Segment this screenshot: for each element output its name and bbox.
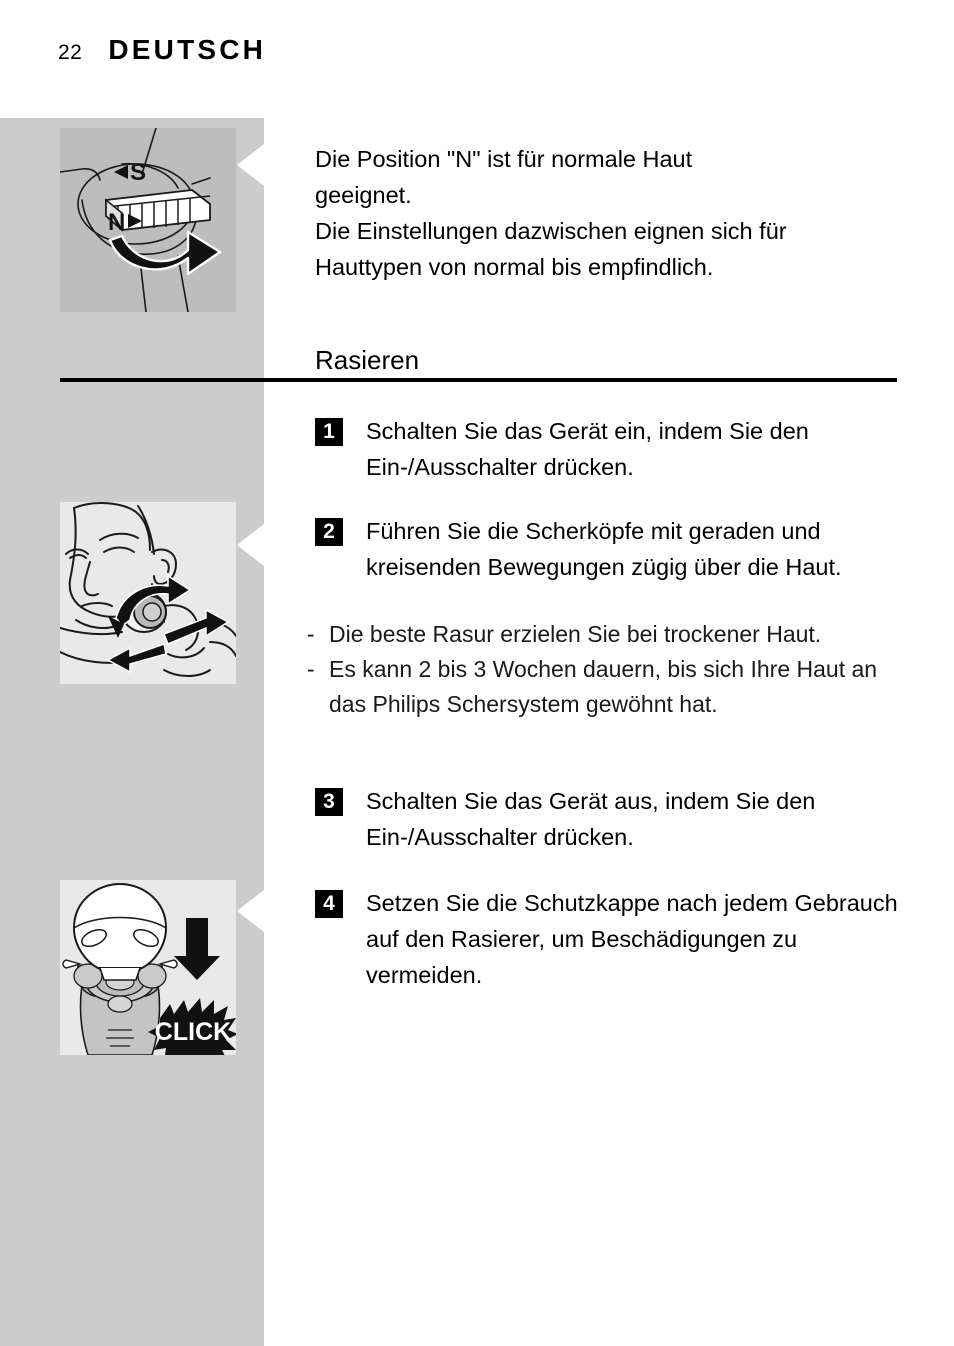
step-text: Schalten Sie das Gerät ein, indem Sie de… [366,418,809,480]
step-text: Schalten Sie das Gerät aus, indem Sie de… [366,788,816,850]
page-title: DEUTSCH [108,34,267,65]
step-item-3: 3 Schalten Sie das Gerät aus, indem Sie … [315,783,905,855]
step-number-badge: 1 [315,418,343,446]
callout-pointer-icon [237,524,264,566]
bullet-text: Die beste Rasur erzielen Sie bei trocken… [329,621,822,647]
svg-text:S: S [130,159,146,186]
step-text: Setzen Sie die Schutzkappe nach jedem Ge… [366,890,898,988]
step-number-badge: 2 [315,518,343,546]
bullet-list: - Die beste Rasur erzielen Sie bei trock… [307,617,907,722]
step-item-1: 1 Schalten Sie das Gerät ein, indem Sie … [315,413,905,485]
step-text: Führen Sie die Scherköpfe mit geraden un… [366,518,842,580]
bullet-item: - Die beste Rasur erzielen Sie bei trock… [307,617,907,652]
intro-line: Die Einstellungen dazwischen eignen sich… [315,218,787,244]
section-divider [60,378,897,382]
intro-line: Hauttypen von normal bis empfindlich. [315,254,714,280]
page-header: 22 DEUTSCH [58,34,266,66]
step-number-badge: 3 [315,788,343,816]
step-item-2: 2 Führen Sie die Scherköpfe mit geraden … [315,513,925,585]
intro-paragraph: Die Position "N" ist für normale Haut ge… [315,141,905,285]
bullet-marker: - [307,621,315,647]
illustration-man-shaving [60,502,236,684]
page-number: 22 [58,41,83,64]
intro-line: geeignet. [315,182,412,208]
callout-pointer-icon [237,890,264,932]
dial-label-s: S [114,159,146,186]
bullet-item: - Es kann 2 bis 3 Wochen dauern, bis sic… [307,652,907,722]
click-burst-icon: CLICK [148,998,236,1055]
bullet-text: Es kann 2 bis 3 Wochen dauern, bis sich … [329,656,878,717]
section-heading: Rasieren [315,345,420,375]
bullet-marker: - [307,656,315,682]
illustration-protection-cap: CLICK [60,880,236,1055]
illustration-shaver-dial: S N [60,128,236,312]
svg-text:N: N [108,209,125,236]
click-label: CLICK [155,1018,231,1046]
step-number-badge: 4 [315,890,343,918]
callout-pointer-icon [237,144,264,186]
intro-line: Die Position "N" ist für normale Haut [315,146,693,172]
step-item-4: 4 Setzen Sie die Schutzkappe nach jedem … [315,885,905,993]
